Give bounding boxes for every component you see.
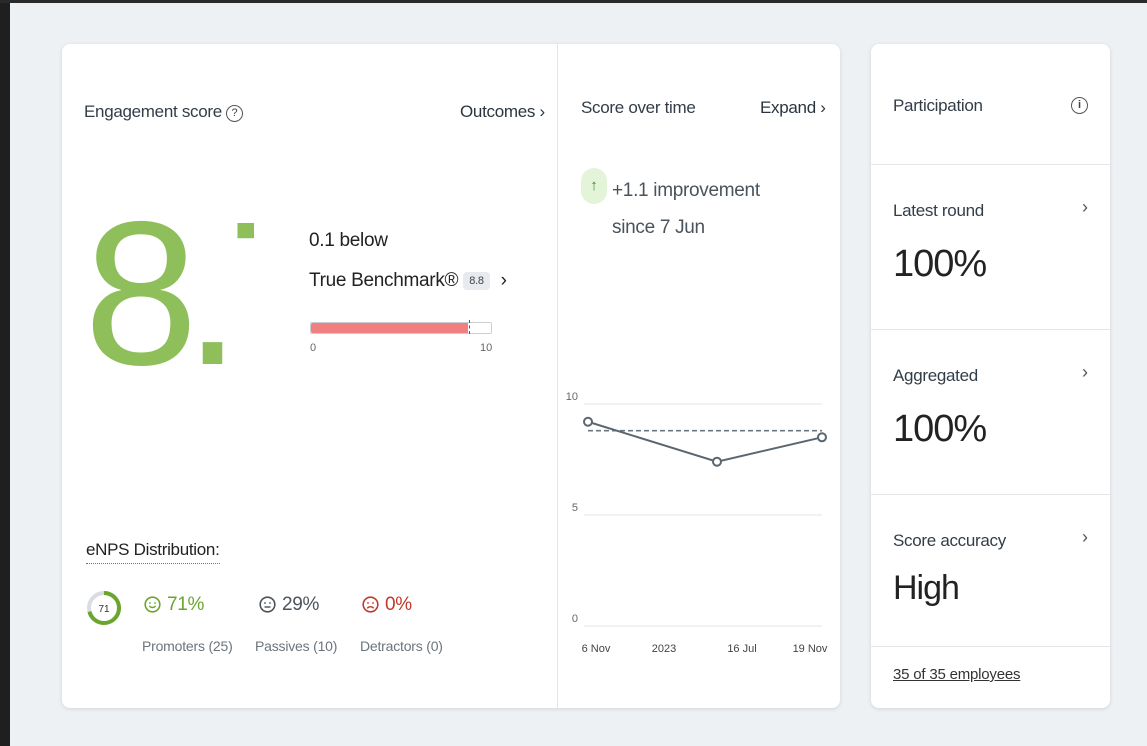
- aggregated-label: Aggregated: [893, 366, 978, 385]
- participation-title: Participation: [893, 96, 983, 115]
- engagement-score-text: 8.7: [84, 192, 254, 382]
- chart-x-tick: 16 Jul: [727, 643, 756, 655]
- smile-face-icon: [144, 596, 161, 613]
- enps-donut-chart: 71: [87, 591, 121, 625]
- improvement-line-2: since 7 Jun: [612, 217, 705, 238]
- sad-face-icon: [362, 596, 379, 613]
- latest-round-row[interactable]: Latest round 100% ›: [871, 165, 1110, 330]
- chart-x-tick: 6 Nov: [582, 643, 611, 655]
- window-edge-top: [0, 0, 1147, 3]
- chevron-right-icon[interactable]: ›: [1082, 362, 1088, 383]
- improvement-line-1: +1.1 improvement: [612, 180, 760, 201]
- chart-y-tick: 10: [566, 391, 578, 403]
- chevron-right-icon[interactable]: ›: [1082, 197, 1088, 218]
- card-divider: [557, 44, 558, 708]
- detractors-pct: 0%: [362, 594, 412, 616]
- participation-card: Participation i Latest round 100% › Aggr…: [871, 44, 1110, 708]
- promoters-pct: 71%: [144, 594, 204, 616]
- chart-x-tick: 2023: [652, 643, 676, 655]
- chevron-right-icon[interactable]: ›: [501, 270, 507, 291]
- score-accuracy-value: High: [893, 569, 960, 607]
- window-edge-left: [0, 0, 10, 746]
- employees-link[interactable]: 35 of 35 employees: [893, 666, 1021, 683]
- participation-header: Participation i: [871, 44, 1110, 165]
- benchmark-bar-min: 0: [310, 342, 317, 354]
- score-accuracy-label: Score accuracy: [893, 531, 1006, 550]
- help-icon[interactable]: ?: [225, 105, 243, 122]
- improvement-summary: +1.1 improvement since 7 Jun: [612, 172, 760, 246]
- chart-series-line: [587, 420, 823, 463]
- chart-point: [583, 416, 593, 427]
- engagement-title-text: Engagement score: [84, 102, 222, 121]
- enps-donut-score: 71: [98, 604, 110, 615]
- passives-pct: 29%: [259, 594, 319, 616]
- score-line-chart: 10 5 0 6 Nov 2023 16 Jul 19 Nov: [566, 391, 828, 655]
- passives-pct-text: 29%: [282, 594, 320, 615]
- info-icon[interactable]: i: [1071, 97, 1088, 114]
- chevron-right-icon[interactable]: ›: [1082, 527, 1088, 548]
- aggregated-row[interactable]: Aggregated 100% ›: [871, 330, 1110, 495]
- neutral-face-icon: [259, 596, 276, 613]
- chart-y-tick: 0: [572, 613, 578, 625]
- detractors-label: Detractors (0): [360, 638, 443, 654]
- arrow-up-icon: ↑: [581, 168, 607, 204]
- score-accuracy-row[interactable]: Score accuracy High ›: [871, 495, 1110, 647]
- engagement-title: Engagement score?: [84, 102, 243, 122]
- benchmark-bar: [310, 320, 492, 334]
- chart-y-tick: 5: [572, 502, 578, 514]
- benchmark-diff: 0.1 below: [309, 230, 388, 251]
- enps-title[interactable]: eNPS Distribution:: [86, 540, 220, 564]
- score-over-time-title: Score over time: [581, 98, 696, 117]
- benchmark-badge: 8.8: [463, 272, 490, 290]
- promoters-label: Promoters (25): [142, 638, 233, 654]
- passives-label: Passives (10): [255, 638, 338, 654]
- chart-x-tick: 19 Nov: [793, 643, 828, 655]
- chart-point: [712, 456, 722, 467]
- chart-point: [817, 432, 827, 443]
- engagement-score-value: 8.7: [84, 192, 254, 382]
- outcomes-link[interactable]: Outcomes ›: [460, 102, 545, 122]
- benchmark-marker: [469, 320, 471, 334]
- benchmark-label: True Benchmark®: [309, 270, 459, 291]
- benchmark-bar-fill: [311, 323, 468, 333]
- detractors-pct-text: 0%: [385, 594, 412, 615]
- engagement-card: Engagement score? Outcomes › 8.7 0.1 bel…: [62, 44, 840, 708]
- aggregated-value: 100%: [893, 408, 987, 450]
- promoters-pct-text: 71%: [167, 594, 205, 615]
- latest-round-value: 100%: [893, 243, 987, 285]
- expand-link[interactable]: Expand ›: [760, 98, 826, 118]
- benchmark-bar-max: 10: [480, 342, 493, 354]
- benchmark-row[interactable]: True Benchmark® 8.8 ›: [309, 270, 507, 292]
- latest-round-label: Latest round: [893, 201, 984, 220]
